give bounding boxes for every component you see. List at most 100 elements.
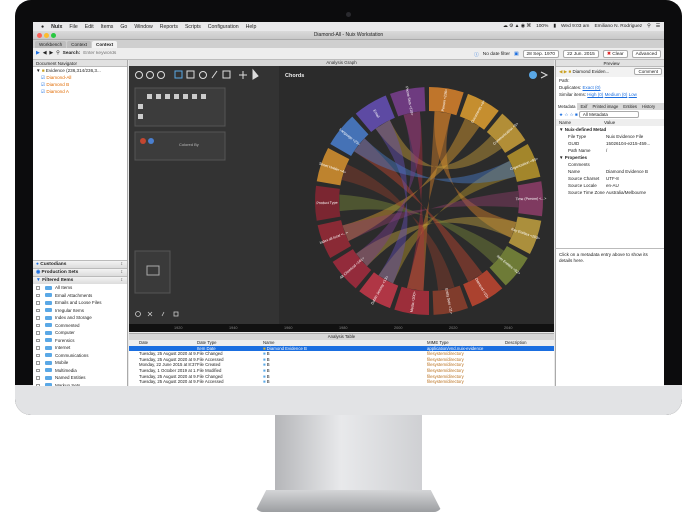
menu-items[interactable]: Items (101, 24, 114, 30)
node-type-icon[interactable] (183, 94, 188, 99)
tab-context-1[interactable]: Context (67, 41, 91, 48)
node-type-icon[interactable] (165, 94, 170, 99)
next-item-icon[interactable]: ▶ (564, 69, 567, 74)
graph-bottom-tool-icon[interactable] (161, 311, 165, 317)
similar-low-link[interactable]: Low (629, 92, 637, 97)
menu-edit[interactable]: Edit (85, 24, 94, 30)
info-icon[interactable]: ⓘ (474, 51, 479, 58)
node-type-icon[interactable] (138, 114, 143, 119)
checkbox[interactable] (36, 323, 40, 327)
metadata-group-row[interactable]: ▼ Properties (556, 154, 664, 161)
calendar-icon[interactable]: ▣ (514, 52, 519, 57)
filtered-item-row[interactable]: Irregular Items (33, 307, 127, 315)
filtered-item-row[interactable]: Communications (33, 352, 127, 360)
filtered-items-section[interactable]: ▼ Filtered Items ↕ (33, 276, 127, 284)
similar-high-link[interactable]: High (0) (587, 92, 603, 97)
filtered-item-row[interactable]: Index and Storage (33, 314, 127, 322)
spotlight-search-icon[interactable]: ⚲ (647, 24, 651, 29)
metadata-row[interactable]: Source Time Zone Australia/Melbourne (556, 189, 664, 196)
graph-tool-icon[interactable] (199, 71, 207, 79)
checkbox[interactable] (36, 368, 40, 372)
graph-tool-icon[interactable] (146, 71, 154, 79)
filtered-item-row[interactable]: All Items (33, 284, 127, 292)
close-window-button[interactable] (37, 33, 42, 38)
color-swatch[interactable] (148, 138, 154, 144)
metadata-row[interactable]: File Type Nuix Evidence File (556, 133, 664, 140)
production-sets-section[interactable]: ◉ Production Sets ↕ (33, 268, 127, 276)
menu-file[interactable]: File (69, 24, 77, 30)
node-type-icon[interactable] (147, 94, 152, 99)
color-swatch[interactable] (140, 138, 146, 144)
forward-icon[interactable]: ▶ (49, 51, 53, 56)
graph-tool-icon[interactable] (222, 70, 231, 79)
menu-nuix[interactable]: Nuix (51, 24, 62, 30)
menu-go[interactable]: Go (120, 24, 127, 30)
user-name[interactable]: Emiliano N. Rodriguez (594, 24, 642, 29)
graph-settings-icon[interactable] (529, 71, 537, 79)
share-icon[interactable] (540, 71, 549, 79)
tab-metadata[interactable]: Metadata (556, 103, 578, 110)
star-outline-icon[interactable]: ☆ (570, 112, 574, 117)
tab-entities[interactable]: Entities (621, 103, 639, 110)
tree-row-diamond-all[interactable]: ☑ Diamond-All (33, 74, 127, 81)
tree-row-diamond-b[interactable]: ☑ Diamond B (33, 81, 127, 88)
doc-icon[interactable]: ■ (575, 112, 578, 117)
node-type-icon[interactable] (192, 94, 197, 99)
zoom-window-button[interactable] (51, 33, 56, 38)
col-description[interactable]: Description (505, 340, 554, 346)
metadata-row[interactable]: Comments (556, 161, 664, 168)
filtered-item-row[interactable]: Named Entities (33, 374, 127, 382)
advanced-button[interactable]: Advanced (631, 50, 661, 58)
sidebar-toggle-icon[interactable]: ▶ (36, 51, 40, 56)
graph-bottom-tool-icon[interactable] (135, 311, 141, 317)
tab-printed-image[interactable]: Printed image (590, 103, 620, 110)
tab-history[interactable]: History (640, 103, 657, 110)
metadata-row[interactable]: GUID 15026104-e215-459... (556, 140, 664, 147)
notification-list-icon[interactable]: ☰ (656, 24, 660, 29)
filtered-item-row[interactable]: Email Attachments (33, 292, 127, 300)
minimize-window-button[interactable] (44, 33, 49, 38)
graph-bottom-tool-icon[interactable] (173, 311, 179, 317)
checkbox[interactable] (36, 331, 40, 335)
graph-tool-icon[interactable] (252, 68, 259, 80)
date-filter-label[interactable]: No date filter (483, 52, 510, 57)
battery-icon[interactable]: ▮ (553, 24, 556, 29)
node-type-icon[interactable] (138, 104, 143, 109)
menu-reports[interactable]: Reports (160, 24, 178, 30)
tree-row-evidence[interactable]: ▼ ■ Evidence (236,314/236,3... (33, 67, 127, 74)
metadata-group-row[interactable]: ▼ Nuix-defined Metad (556, 126, 664, 133)
graph-tool-icon[interactable] (174, 70, 183, 79)
node-type-icon[interactable] (174, 94, 179, 99)
back-icon[interactable]: ◀ (43, 51, 47, 56)
metadata-row[interactable]: Name Diamond Evidence B (556, 168, 664, 175)
node-type-icon[interactable] (156, 94, 161, 99)
tab-workbench[interactable]: Workbench (35, 41, 67, 48)
filtered-item-row[interactable]: Multimedia (33, 367, 127, 375)
checkbox[interactable] (36, 308, 40, 312)
filtered-item-row[interactable]: Markup Sets (33, 382, 127, 386)
checkbox[interactable] (36, 383, 40, 386)
search-input[interactable] (83, 49, 274, 58)
checkbox[interactable] (36, 346, 40, 350)
checkbox[interactable] (36, 338, 40, 342)
filtered-item-row[interactable]: Mobile (33, 359, 127, 367)
checkbox[interactable] (36, 353, 40, 357)
checkbox[interactable] (36, 286, 40, 290)
clear-button[interactable]: ✖ Clear (602, 50, 628, 58)
apple-icon[interactable]: ● (41, 24, 44, 30)
star-icon[interactable]: ★ (559, 112, 563, 117)
checkbox-icon[interactable]: ☑ (41, 89, 45, 94)
checkbox[interactable] (36, 316, 40, 320)
menu-help[interactable]: Help (246, 24, 257, 30)
graph-tool-icon[interactable] (135, 71, 143, 79)
metadata-row[interactable]: Source Locale en-AU (556, 182, 664, 189)
checkbox[interactable] (36, 376, 40, 380)
checkbox-icon[interactable]: ☑ (41, 75, 45, 80)
metadata-row[interactable]: Path Name / (556, 147, 664, 154)
graph-tool-icon[interactable] (157, 71, 165, 79)
checkbox[interactable] (36, 361, 40, 365)
date-to-field[interactable]: 22 Jun. 2015 (563, 50, 599, 58)
filtered-item-row[interactable]: Commented (33, 322, 127, 330)
similar-medium-link[interactable]: Medium (0) (605, 92, 628, 97)
metadata-profile-select[interactable]: All Metadata (578, 111, 639, 118)
